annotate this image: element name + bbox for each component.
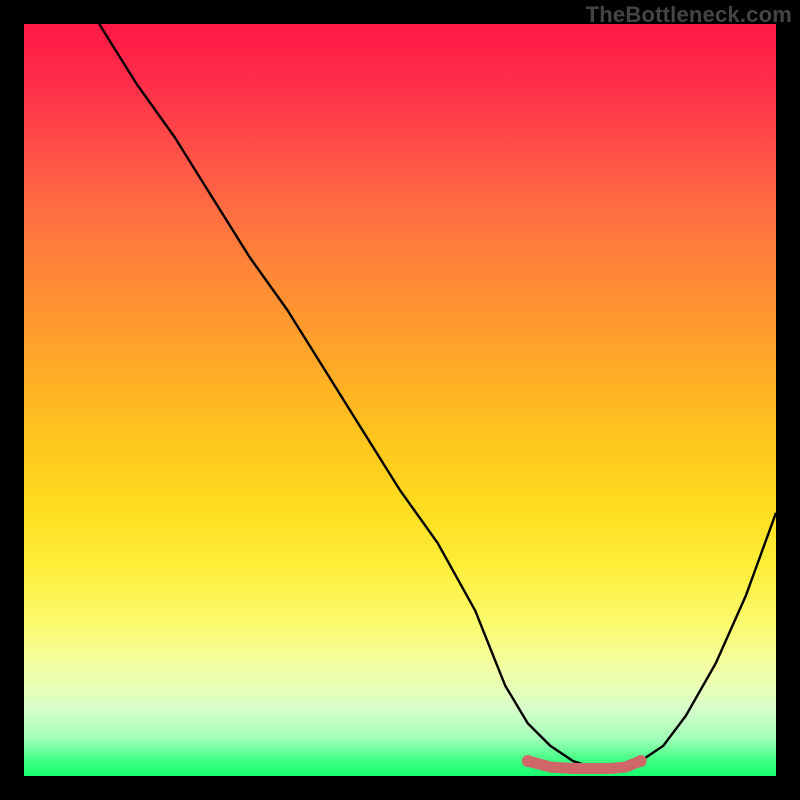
- curve-layer: [24, 24, 776, 776]
- chart-frame: TheBottleneck.com: [0, 0, 800, 800]
- bottleneck-curve: [99, 24, 776, 769]
- highlight-end-right: [635, 755, 647, 767]
- highlight-end-left: [522, 755, 534, 767]
- plot-area: [24, 24, 776, 776]
- optimal-zone-highlight: [528, 761, 641, 769]
